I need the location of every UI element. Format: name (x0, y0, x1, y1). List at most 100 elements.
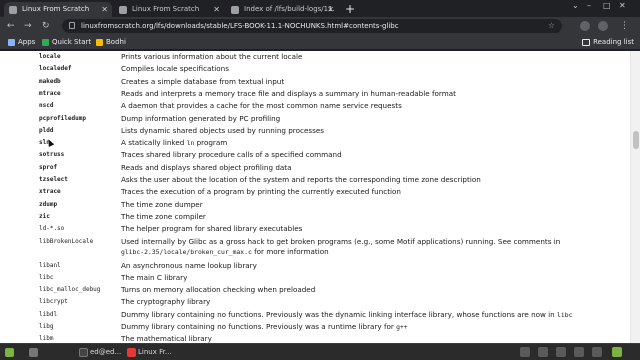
close-window-icon[interactable]: ✕ (619, 1, 626, 10)
program-name[interactable]: locale (39, 53, 61, 60)
extension-icon[interactable] (580, 21, 590, 31)
program-name[interactable]: ld-*.so (39, 225, 64, 232)
inline-code: libc (557, 310, 573, 319)
description-text: Turns on memory allocation checking when… (121, 285, 316, 295)
program-name[interactable]: makedb (39, 78, 61, 85)
new-tab-button[interactable]: + (345, 2, 355, 16)
program-name[interactable]: libm (39, 335, 53, 342)
program-name[interactable]: nscd (39, 102, 53, 109)
bookmark-quick-start[interactable]: Quick Start (40, 35, 91, 50)
taskbar-browser[interactable]: Linux Fr... (126, 346, 172, 359)
terminal-icon (79, 348, 88, 357)
description-text: Creates a simple database from textual i… (121, 76, 285, 86)
program-name[interactable]: libanl (39, 262, 61, 269)
bookmarks-bar: Apps Quick Start Bodhi Reading list (0, 35, 640, 50)
taskbar: ed@ed... Linux Fr... (0, 343, 640, 360)
program-description: Turns on memory allocation checking when… (121, 285, 315, 294)
program-description: Compiles locale specifications (121, 64, 229, 73)
program-name[interactable]: zdump (39, 201, 57, 208)
tab-index-build-logs[interactable]: Index of /lfs/build-logs/11. ✕ (226, 2, 338, 17)
vertical-scrollbar[interactable] (630, 51, 640, 343)
battery-icon[interactable] (556, 347, 566, 357)
taskbar-terminal[interactable]: ed@ed... (78, 346, 121, 359)
network-icon[interactable] (520, 347, 530, 357)
tab-close-icon[interactable]: ✕ (327, 2, 334, 17)
program-name[interactable]: libg (39, 323, 53, 330)
program-name[interactable]: mtrace (39, 90, 61, 97)
description-text: Dummy library containing no functions. P… (121, 322, 397, 331)
program-name[interactable]: libcrypt (39, 298, 68, 305)
forward-icon[interactable]: → (24, 20, 32, 32)
program-name[interactable]: pcprofiledump (39, 115, 86, 122)
reading-list-button[interactable]: Reading list (581, 35, 634, 50)
program-name[interactable]: zic (39, 213, 50, 220)
description-text: Reads and displays shared object profili… (121, 162, 292, 172)
description-text: Compiles locale specifications (121, 64, 229, 74)
page-favicon-icon (9, 6, 17, 14)
taskbar-files[interactable] (28, 346, 40, 359)
page-favicon-icon (231, 6, 239, 14)
program-description: A statically linked ln program (121, 138, 227, 147)
program-description: The cryptography library (121, 297, 210, 306)
program-description: Creates a simple database from textual i… (121, 77, 284, 86)
program-name[interactable]: localedef (39, 65, 72, 72)
program-name[interactable]: pldd (39, 127, 53, 134)
tab-linux-from-scratch-2[interactable]: Linux From Scratch ✕ (114, 2, 224, 17)
scrollbar-thumb[interactable] (633, 131, 639, 149)
tab-title: Linux From Scratch (132, 5, 200, 13)
program-name[interactable]: libdl (39, 311, 57, 318)
tab-close-icon[interactable]: ✕ (101, 2, 108, 17)
page-content: locale Prints various information about t… (0, 51, 640, 343)
notification-icon[interactable] (592, 347, 602, 357)
tab-close-icon[interactable]: ✕ (213, 2, 220, 17)
bookmark-bodhi[interactable]: Bodhi (94, 35, 126, 50)
program-name[interactable]: libc_malloc_debug (39, 286, 100, 293)
url-text[interactable]: linuxfromscratch.org/lfs/downloads/stabl… (81, 19, 399, 33)
program-description: Traces the execution of a program by pri… (121, 187, 401, 196)
description-text: for more information (251, 246, 329, 256)
maximize-icon[interactable]: □ (603, 1, 611, 10)
program-name[interactable]: libc (39, 274, 53, 281)
tab-linux-from-scratch-1[interactable]: Linux From Scratch ✕ (4, 2, 112, 17)
reading-list-icon (582, 39, 591, 46)
description-text: The mathematical library (121, 334, 212, 343)
back-icon[interactable]: ← (7, 20, 15, 32)
program-name[interactable]: tzselect (39, 176, 68, 183)
minimize-icon[interactable]: – (587, 1, 591, 10)
profile-avatar-icon[interactable] (598, 21, 608, 31)
bookmark-apps[interactable]: Apps (6, 35, 35, 50)
keyboard-icon[interactable] (574, 347, 584, 357)
program-name[interactable]: xtrace (39, 188, 61, 195)
description-text: Traces the execution of a program by pri… (121, 187, 401, 197)
volume-icon[interactable] (538, 347, 548, 357)
description-text: The helper program for shared library ex… (121, 224, 303, 234)
inline-code: g++ (396, 323, 408, 331)
program-name[interactable]: sotruss (39, 151, 64, 158)
description-text: Dump information generated by PC profili… (121, 113, 281, 123)
description-text: Lists dynamic shared objects used by run… (121, 125, 325, 135)
description-text: An asynchronous name lookup library (121, 260, 257, 270)
tab-search-icon[interactable]: ⌄ (572, 1, 579, 10)
program-description: Traces shared library procedure calls of… (121, 150, 342, 159)
program-description: The mathematical library (121, 334, 212, 343)
address-bar[interactable]: linuxfromscratch.org/lfs/downloads/stabl… (62, 19, 562, 33)
description-text: Reads and interprets a memory trace file… (121, 88, 456, 98)
menu-icon[interactable]: ⋮ (620, 20, 629, 32)
power-icon[interactable] (612, 347, 622, 357)
description-text: The time zone dumper (121, 199, 203, 209)
lock-icon[interactable] (69, 22, 75, 29)
taskbar-app-launcher[interactable] (4, 346, 16, 359)
description-text: Traces shared library procedure calls of… (121, 150, 342, 160)
inline-code-path[interactable]: glibc-2.35/locale/broken_cur_max.c (121, 248, 252, 256)
program-description: An asynchronous name lookup library (121, 261, 257, 270)
bookmark-label: Bodhi (106, 38, 126, 46)
bookmark-star-icon[interactable]: ☆ (548, 19, 555, 33)
description-text: Prints various information about the cur… (121, 52, 303, 61)
program-name[interactable]: sprof (39, 164, 57, 171)
program-name[interactable]: libBrokenLocale (39, 238, 93, 245)
reload-icon[interactable]: ↻ (42, 20, 50, 32)
program-description: Asks the user about the location of the … (121, 175, 481, 184)
program-description: The main C library (121, 273, 187, 282)
bodhi-icon (96, 39, 103, 46)
description-text: A daemon that provides a cache for the m… (121, 101, 402, 111)
